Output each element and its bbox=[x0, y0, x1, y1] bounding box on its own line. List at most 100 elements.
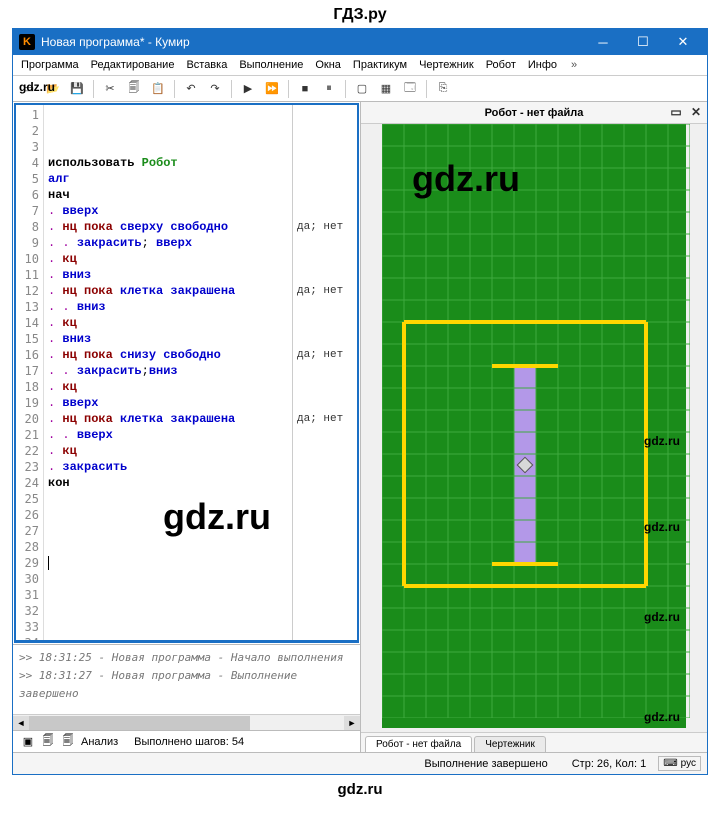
menu-выполнение[interactable]: Выполнение bbox=[239, 59, 303, 71]
robot-tab-0[interactable]: Робот - нет файла bbox=[365, 736, 472, 752]
output-console[interactable]: >> 18:31:25 - Новая программа - Начало в… bbox=[13, 644, 360, 714]
code-line-26[interactable] bbox=[48, 555, 353, 571]
window-icon[interactable]: 🗔 bbox=[400, 79, 420, 99]
pause-icon[interactable]: ⏸ bbox=[319, 79, 339, 99]
code-line-17[interactable]: . нц пока клетка закрашенада; нет bbox=[48, 411, 353, 427]
save-icon[interactable]: 💾 bbox=[67, 79, 87, 99]
code-line-4[interactable]: . вверх bbox=[48, 203, 353, 219]
menu-чертежник[interactable]: Чертежник bbox=[419, 59, 474, 71]
code-line-30[interactable] bbox=[48, 619, 353, 635]
robot-canvas-wrap: gdz.ru gdz.ru gdz.ru gdz.ru gdz.ru bbox=[361, 124, 707, 732]
code-line-13[interactable]: . нц пока снизу свободнода; нет bbox=[48, 347, 353, 363]
vbar-icon[interactable]: ⎘ bbox=[433, 79, 453, 99]
app-statusbar: Выполнение завершено Стр: 26, Кол: 1 ⌨ р… bbox=[13, 752, 707, 774]
console-line: >> 18:31:25 - Новая программа - Начало в… bbox=[19, 649, 354, 667]
menu-программа[interactable]: Программа bbox=[21, 59, 79, 71]
menu-редактирование[interactable]: Редактирование bbox=[91, 59, 175, 71]
title-bar: K Новая программа* - Кумир ─ ☐ ✕ bbox=[13, 29, 707, 55]
code-line-15[interactable]: . кц bbox=[48, 379, 353, 395]
copy-icon[interactable]: 🗐 bbox=[124, 79, 144, 99]
analysis-label[interactable]: Анализ bbox=[81, 736, 118, 748]
run-icon[interactable]: ▶ bbox=[238, 79, 258, 99]
menu-окна[interactable]: Окна bbox=[315, 59, 341, 71]
editor-pane: 1234567891011121314151617181920212223242… bbox=[13, 102, 361, 752]
copy2-icon[interactable]: 🗐 bbox=[41, 735, 55, 749]
analyze-icon[interactable]: ▣ bbox=[21, 735, 35, 749]
close-button[interactable]: ✕ bbox=[663, 29, 703, 55]
maximize-button[interactable]: ☐ bbox=[623, 29, 663, 55]
code-line-2[interactable]: алг bbox=[48, 171, 353, 187]
code-line-8[interactable]: . вниз bbox=[48, 267, 353, 283]
code-line-16[interactable]: . вверх bbox=[48, 395, 353, 411]
menu-робот[interactable]: Робот bbox=[486, 59, 516, 71]
code-line-12[interactable]: . вниз bbox=[48, 331, 353, 347]
new-file-icon[interactable]: ▭ bbox=[19, 79, 39, 99]
box-icon[interactable]: ▢ bbox=[352, 79, 372, 99]
cursor-pos-label: Стр: 26, Кол: 1 bbox=[560, 758, 659, 770]
menu-more[interactable]: » bbox=[571, 59, 577, 71]
toolbar-separator bbox=[426, 80, 427, 98]
code-line-5[interactable]: . нц пока сверху свободнода; нет bbox=[48, 219, 353, 235]
code-line-19[interactable]: . кц bbox=[48, 443, 353, 459]
page-footer: gdz.ru bbox=[0, 775, 720, 804]
code-line-28[interactable] bbox=[48, 587, 353, 603]
robot-tabs: Робот - нет файлаЧертежник bbox=[361, 732, 707, 752]
lang-label: рус bbox=[681, 758, 696, 769]
minimize-button[interactable]: ─ bbox=[583, 29, 623, 55]
robot-close-button[interactable]: ✕ bbox=[689, 105, 703, 119]
app-window: K Новая программа* - Кумир ─ ☐ ✕ Програм… bbox=[12, 28, 708, 775]
toolbar: ▭📂💾 ✂🗐📋 ↶↷ ▶⏩ ■⏸ ▢▦🗔 ⎘ bbox=[13, 76, 707, 102]
scroll-thumb[interactable] bbox=[29, 716, 250, 730]
code-line-3[interactable]: нач bbox=[48, 187, 353, 203]
robot-canvas[interactable]: gdz.ru gdz.ru gdz.ru gdz.ru gdz.ru bbox=[382, 124, 686, 728]
toolbar-separator bbox=[345, 80, 346, 98]
code-line-21[interactable]: кон bbox=[48, 475, 353, 491]
open-icon[interactable]: 📂 bbox=[43, 79, 63, 99]
code-editor[interactable]: использовать Роботалгнач. вверх. нц пока… bbox=[44, 105, 357, 640]
robot-tab-1[interactable]: Чертежник bbox=[474, 736, 546, 752]
code-line-24[interactable] bbox=[48, 523, 353, 539]
editor-statusbar: ▣ 🗐 🗐 Анализ Выполнено шагов: 54 bbox=[13, 730, 360, 752]
lang-indicator[interactable]: ⌨ рус bbox=[658, 756, 701, 771]
code-line-20[interactable]: . закрасить bbox=[48, 459, 353, 475]
paste-icon[interactable]: 📋 bbox=[148, 79, 168, 99]
code-line-14[interactable]: . . закрасить;вниз bbox=[48, 363, 353, 379]
robot-popout-button[interactable]: ▭ bbox=[669, 105, 683, 119]
undo-icon[interactable]: ↶ bbox=[181, 79, 201, 99]
page-header: ГДЗ.ру bbox=[0, 0, 720, 28]
toolbar-separator bbox=[174, 80, 175, 98]
code-line-7[interactable]: . кц bbox=[48, 251, 353, 267]
scroll-right-button[interactable]: ► bbox=[344, 716, 360, 730]
menu-практикум[interactable]: Практикум bbox=[353, 59, 407, 71]
scroll-left-button[interactable]: ◄ bbox=[13, 716, 29, 730]
scroll-track[interactable] bbox=[29, 716, 344, 730]
cut-icon[interactable]: ✂ bbox=[100, 79, 120, 99]
keyboard-icon: ⌨ bbox=[663, 758, 677, 769]
menu-инфо[interactable]: Инфо bbox=[528, 59, 557, 71]
window-title: Новая программа* - Кумир bbox=[41, 35, 583, 49]
code-line-1[interactable]: использовать Робот bbox=[48, 155, 353, 171]
code-line-27[interactable] bbox=[48, 571, 353, 587]
console-line: >> 18:31:27 - Новая программа - Выполнен… bbox=[19, 667, 354, 703]
code-line-9[interactable]: . нц пока клетка закрашенада; нет bbox=[48, 283, 353, 299]
code-line-25[interactable] bbox=[48, 539, 353, 555]
code-line-29[interactable] bbox=[48, 603, 353, 619]
code-line-23[interactable] bbox=[48, 507, 353, 523]
stop-icon[interactable]: ■ bbox=[295, 79, 315, 99]
code-line-22[interactable] bbox=[48, 491, 353, 507]
redo-icon[interactable]: ↷ bbox=[205, 79, 225, 99]
toolbar-separator bbox=[288, 80, 289, 98]
copy3-icon[interactable]: 🗐 bbox=[61, 735, 75, 749]
code-line-31[interactable] bbox=[48, 635, 353, 642]
run-step-icon[interactable]: ⏩ bbox=[262, 79, 282, 99]
editor-hscrollbar[interactable]: ◄ ► bbox=[13, 714, 360, 730]
code-line-11[interactable]: . кц bbox=[48, 315, 353, 331]
steps-label: Выполнено шагов: 54 bbox=[126, 736, 360, 748]
menu-вставка[interactable]: Вставка bbox=[186, 59, 227, 71]
grid-icon[interactable]: ▦ bbox=[376, 79, 396, 99]
editor-column-separator bbox=[292, 105, 293, 640]
code-line-18[interactable]: . . вверх bbox=[48, 427, 353, 443]
code-line-10[interactable]: . . вниз bbox=[48, 299, 353, 315]
code-line-6[interactable]: . . закрасить; вверх bbox=[48, 235, 353, 251]
app-icon: K bbox=[19, 34, 35, 50]
